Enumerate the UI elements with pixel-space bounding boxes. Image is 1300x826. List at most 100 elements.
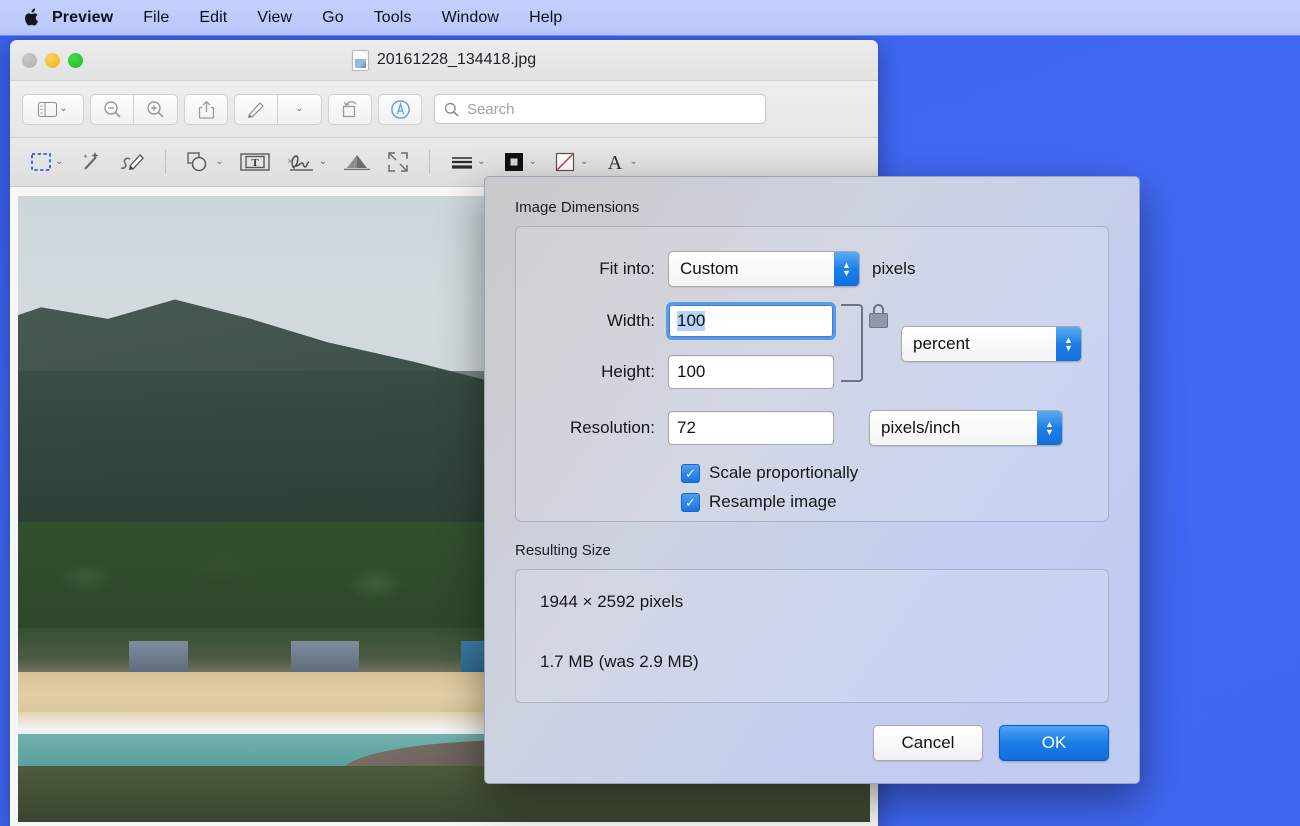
search-icon <box>444 102 459 117</box>
chevron-down-icon: ⌄ <box>59 103 68 114</box>
chevron-updown-icon[interactable]: ▲ ▼ <box>1056 327 1081 361</box>
chevron-down-icon: ⌄ <box>477 156 486 167</box>
scale-proportionally-label: Scale proportionally <box>709 463 859 482</box>
chevron-down-icon: ⌄ <box>528 156 537 167</box>
annotate-button[interactable] <box>378 93 422 125</box>
share-icon <box>198 100 214 119</box>
chevron-down-icon: ⌄ <box>579 156 589 167</box>
magic-wand-icon <box>83 152 99 170</box>
adjust-color-icon <box>344 155 371 170</box>
scale-proportionally-checkbox[interactable]: ✓ <box>681 463 700 483</box>
markup-options-button[interactable]: ⌄ <box>278 93 322 125</box>
width-input[interactable]: 100 <box>666 302 836 340</box>
menu-item-go[interactable]: Go <box>307 1 359 35</box>
chevron-down-icon: ⌄ <box>55 156 64 167</box>
fit-into-value: Custom <box>680 259 739 278</box>
signature-icon <box>287 155 313 171</box>
border-color-icon <box>504 153 523 171</box>
chevron-down-icon: ⌄ <box>215 156 224 167</box>
lock-closed-icon <box>869 304 889 328</box>
zoom-window-button[interactable] <box>68 53 83 68</box>
menu-item-preview[interactable]: Preview <box>42 1 128 35</box>
width-label: Width: <box>606 311 655 330</box>
toolbar-divider <box>165 150 167 174</box>
image-dimensions-label: Image Dimensions <box>515 199 640 216</box>
resample-image-label: Resample image <box>709 492 837 511</box>
svg-text:A: A <box>608 152 623 173</box>
height-label: Height: <box>601 362 655 381</box>
zoom-buttons-group <box>90 93 178 125</box>
text-style-icon: A <box>608 152 623 173</box>
rotate-icon <box>342 100 357 117</box>
adjust-size-icon <box>388 152 408 172</box>
toolbar-divider <box>429 150 431 174</box>
size-unit-select[interactable]: percent ▲ ▼ <box>901 326 1082 362</box>
resulting-size-label: Resulting Size <box>515 542 611 559</box>
menu-item-window[interactable]: Window <box>427 1 515 35</box>
resolution-input[interactable]: 72 <box>668 411 834 445</box>
dialog-button-row: Cancel OK <box>873 725 1109 761</box>
menu-item-help[interactable]: Help <box>514 1 577 35</box>
resample-image-checkbox[interactable]: ✓ <box>681 492 700 512</box>
resample-image-row[interactable]: ✓ Resample image <box>681 492 1082 512</box>
cancel-button[interactable]: Cancel <box>873 725 983 761</box>
height-row: Height: 100 <box>542 355 834 389</box>
resulting-size-group: 1944 × 2592 pixels 1.7 MB (was 2.9 MB) <box>515 569 1109 703</box>
instant-alpha-button[interactable] <box>73 146 109 178</box>
menu-item-tools[interactable]: Tools <box>359 1 427 35</box>
menu-item-view[interactable]: View <box>242 1 307 35</box>
resulting-filesize-text: 1.7 MB (was 2.9 MB) <box>540 652 699 671</box>
traffic-light-buttons[interactable] <box>22 53 83 68</box>
fit-into-select[interactable]: Custom ▲ ▼ <box>668 251 860 287</box>
menu-item-edit[interactable]: Edit <box>184 1 242 35</box>
resolution-unit-value: pixels/inch <box>881 418 961 437</box>
search-input[interactable]: Search <box>467 101 515 118</box>
adjust-color-button[interactable] <box>337 148 377 176</box>
resolution-unit-select[interactable]: pixels/inch ▲ ▼ <box>869 410 1063 446</box>
preview-toolbar: ⌄ ⌄ Search <box>10 81 878 138</box>
size-unit-value: percent <box>913 334 970 353</box>
chevron-updown-icon[interactable]: ▲ ▼ <box>834 252 859 286</box>
shapes-tool-button[interactable]: ⌄ <box>180 147 229 177</box>
chevron-updown-icon[interactable]: ▲ ▼ <box>1037 411 1062 445</box>
window-title: 20161228_134418.jpg <box>351 49 536 71</box>
fill-color-icon <box>555 152 575 172</box>
linked-fields-bracket <box>841 304 864 382</box>
sketch-icon <box>121 154 145 170</box>
zoom-out-button[interactable] <box>90 93 134 125</box>
selection-tool-button[interactable]: ⌄ <box>24 147 69 177</box>
height-value: 100 <box>677 362 706 381</box>
resulting-pixels-text: 1944 × 2592 pixels <box>540 592 684 611</box>
search-field[interactable]: Search <box>434 94 766 124</box>
apple-logo-icon[interactable] <box>20 5 42 31</box>
adjust-size-button[interactable] <box>381 147 415 177</box>
sidebar-button[interactable]: ⌄ <box>22 93 84 125</box>
close-window-button[interactable] <box>22 53 37 68</box>
sketch-tool-button[interactable] <box>113 147 151 177</box>
shape-style-button[interactable]: ⌄ <box>444 148 491 176</box>
height-input[interactable]: 100 <box>668 355 834 389</box>
rectangular-selection-icon <box>31 153 51 171</box>
share-button[interactable] <box>184 93 228 125</box>
window-title-bar[interactable]: 20161228_134418.jpg <box>10 40 878 81</box>
sidebar-icon <box>38 101 58 117</box>
chevron-down-icon: ⌄ <box>629 156 638 167</box>
minimize-window-button[interactable] <box>45 53 60 68</box>
rotate-button[interactable] <box>328 93 372 125</box>
border-color-button[interactable]: ⌄ <box>496 147 543 177</box>
zoom-in-button[interactable] <box>134 93 178 125</box>
text-style-button[interactable]: A ⌄ <box>598 147 643 177</box>
signature-tool-button[interactable]: ⌄ <box>280 147 333 177</box>
photo-hut <box>290 641 359 675</box>
width-value: 100 <box>677 311 706 331</box>
fill-color-button[interactable]: ⌄ <box>547 147 594 177</box>
ok-button[interactable]: OK <box>999 725 1109 761</box>
shape-style-icon <box>452 157 473 169</box>
menu-item-file[interactable]: File <box>128 1 184 35</box>
scale-proportionally-row[interactable]: ✓ Scale proportionally <box>681 463 1082 483</box>
shapes-icon <box>187 152 207 172</box>
text-box-icon: T <box>240 153 270 171</box>
markup-button[interactable] <box>234 93 278 125</box>
size-fields-block: Width: 100 Height: 100 percent ▲ ▼ <box>542 302 1082 406</box>
text-tool-button[interactable]: T <box>234 147 276 177</box>
